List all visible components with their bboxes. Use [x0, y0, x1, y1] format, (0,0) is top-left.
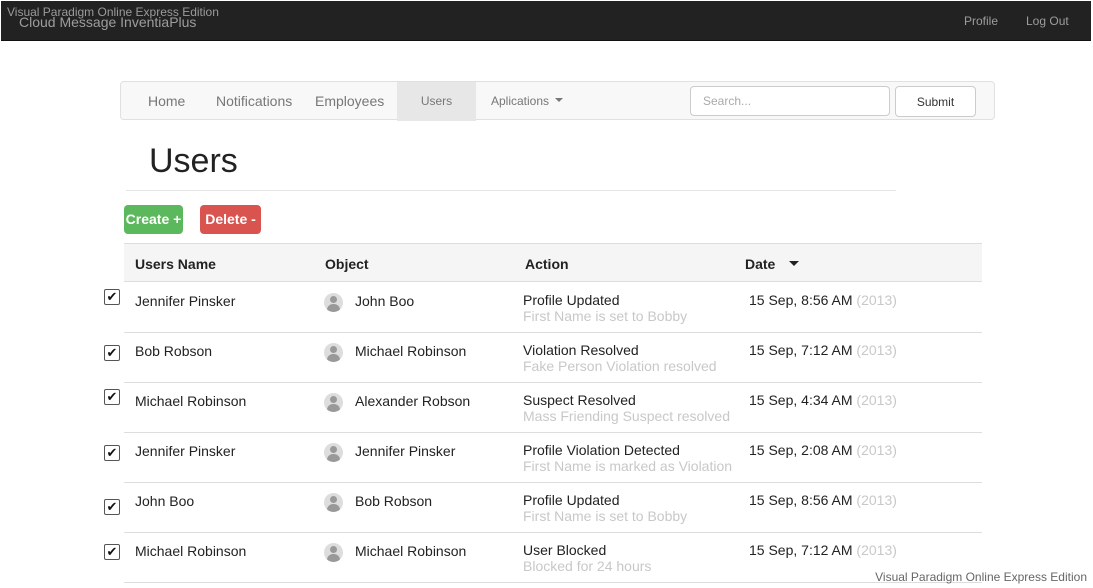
- column-header-date[interactable]: Date: [745, 256, 800, 272]
- row-checkbox[interactable]: ✔: [104, 345, 120, 361]
- nav-applications-label: Aplications: [491, 94, 550, 108]
- cell-date: 15 Sep, 2:08 AM (2013): [749, 442, 897, 458]
- cell-date: 15 Sep, 7:12 AM (2013): [749, 342, 897, 358]
- cell-action-detail: First Name is set to Bobby: [523, 508, 688, 524]
- search-input[interactable]: [690, 86, 890, 116]
- table-row[interactable]: ✔ John Boo Bob Robson Profile Updated First …: [104, 483, 982, 533]
- cell-user-name: Michael Robinson: [135, 393, 247, 409]
- cell-object: Alexander Robson: [355, 393, 471, 409]
- table-header: Users Name Object Action Date: [124, 243, 982, 282]
- check-icon: ✔: [106, 389, 118, 404]
- nav-notifications[interactable]: Notifications: [216, 82, 292, 121]
- submit-button[interactable]: Submit: [895, 86, 976, 117]
- user-avatar-icon: [324, 343, 343, 362]
- cell-action: User Blocked: [523, 542, 607, 558]
- nav-users[interactable]: Users: [397, 82, 476, 121]
- cell-action: Violation Resolved: [523, 342, 639, 358]
- create-button[interactable]: Create +: [124, 205, 183, 234]
- cell-date-value: 15 Sep, 7:12 AM: [749, 542, 853, 558]
- check-icon: ✔: [106, 289, 118, 304]
- cell-date: 15 Sep, 7:12 AM (2013): [749, 542, 897, 558]
- logout-link[interactable]: Log Out: [1026, 14, 1069, 28]
- cell-date-value: 15 Sep, 4:34 AM: [749, 392, 853, 408]
- profile-link[interactable]: Profile: [964, 14, 998, 28]
- user-avatar-icon: [324, 393, 343, 412]
- table-row[interactable]: ✔ Michael Robinson Alexander Robson Suspect…: [104, 383, 982, 433]
- row-checkbox[interactable]: ✔: [104, 389, 120, 405]
- title-divider: [126, 190, 896, 191]
- row-checkbox[interactable]: ✔: [104, 499, 120, 515]
- cell-date-year: (2013): [856, 392, 897, 408]
- cell-object: Michael Robinson: [355, 543, 467, 559]
- cell-action-detail: First Name is marked as Violation: [523, 458, 733, 474]
- column-header-date-label: Date: [745, 256, 776, 272]
- cell-user-name: Michael Robinson: [135, 543, 247, 559]
- row-checkbox[interactable]: ✔: [104, 445, 120, 461]
- app-title[interactable]: Cloud Message InventiaPlus: [19, 14, 196, 30]
- table-row[interactable]: ✔ Michael Robinson Michael Robinson User Bl…: [104, 533, 982, 583]
- column-header-object[interactable]: Object: [325, 256, 369, 272]
- check-icon: ✔: [106, 445, 118, 460]
- cell-user-name: Jennifer Pinsker: [135, 293, 236, 309]
- table-row[interactable]: ✔ Bob Robson Michael Robinson Violation Res…: [104, 333, 982, 383]
- cell-date: 15 Sep, 8:56 AM (2013): [749, 292, 897, 308]
- cell-date: 15 Sep, 4:34 AM (2013): [749, 392, 897, 408]
- cell-action: Profile Violation Detected: [523, 442, 680, 458]
- user-avatar-icon: [324, 493, 343, 512]
- main-navbar: Home Notifications Employees Users Aplic…: [120, 81, 995, 121]
- nav-employees[interactable]: Employees: [315, 82, 384, 121]
- cell-date-value: 15 Sep, 7:12 AM: [749, 342, 853, 358]
- cell-object: Michael Robinson: [355, 343, 467, 359]
- cell-action: Profile Updated: [523, 292, 620, 308]
- nav-applications-dropdown[interactable]: Aplications: [491, 82, 564, 121]
- cell-object: Bob Robson: [355, 493, 433, 509]
- table-row[interactable]: ✔ Jennifer Pinsker Jennifer Pinsker Profile…: [104, 433, 982, 483]
- table-row[interactable]: ✔ Jennifer Pinsker John Boo Profile Updated…: [104, 283, 982, 333]
- cell-object: John Boo: [355, 293, 415, 309]
- cell-user-name: John Boo: [135, 493, 195, 509]
- cell-date-value: 15 Sep, 8:56 AM: [749, 492, 853, 508]
- cell-action-detail: Blocked for 24 hours: [523, 558, 652, 574]
- cell-date-year: (2013): [856, 542, 897, 558]
- top-navbar: Visual Paradigm Online Express Edition C…: [1, 1, 1091, 41]
- page-title: Users: [149, 142, 238, 180]
- cell-user-name: Jennifer Pinsker: [135, 443, 236, 459]
- cell-date-value: 15 Sep, 2:08 AM: [749, 442, 853, 458]
- cell-action: Profile Updated: [523, 492, 620, 508]
- user-avatar-icon: [324, 293, 343, 312]
- cell-action-detail: Fake Person Violation resolved: [523, 358, 717, 374]
- cell-action-detail: Mass Friending Suspect resolved: [523, 408, 730, 424]
- cell-user-name: Bob Robson: [135, 343, 213, 359]
- check-icon: ✔: [106, 499, 118, 514]
- check-icon: ✔: [106, 544, 118, 559]
- row-checkbox[interactable]: ✔: [104, 544, 120, 560]
- delete-button[interactable]: Delete -: [200, 205, 261, 234]
- row-checkbox[interactable]: ✔: [104, 289, 120, 305]
- check-icon: ✔: [106, 345, 118, 360]
- user-avatar-icon: [324, 443, 343, 462]
- nav-home[interactable]: Home: [148, 82, 185, 121]
- caret-down-icon: [555, 98, 564, 103]
- watermark-bottom: Visual Paradigm Online Express Edition: [875, 570, 1087, 584]
- cell-date-year: (2013): [856, 442, 897, 458]
- column-header-users-name[interactable]: Users Name: [135, 256, 216, 272]
- cell-action-detail: First Name is set to Bobby: [523, 308, 688, 324]
- cell-date-year: (2013): [856, 492, 897, 508]
- cell-date-year: (2013): [856, 342, 897, 358]
- cell-date-year: (2013): [856, 292, 897, 308]
- cell-object: Jennifer Pinsker: [355, 443, 456, 459]
- sort-desc-icon[interactable]: [789, 261, 800, 267]
- user-avatar-icon: [324, 543, 343, 562]
- cell-date: 15 Sep, 8:56 AM (2013): [749, 492, 897, 508]
- column-header-action[interactable]: Action: [525, 256, 569, 272]
- cell-action: Suspect Resolved: [523, 392, 636, 408]
- cell-date-value: 15 Sep, 8:56 AM: [749, 292, 853, 308]
